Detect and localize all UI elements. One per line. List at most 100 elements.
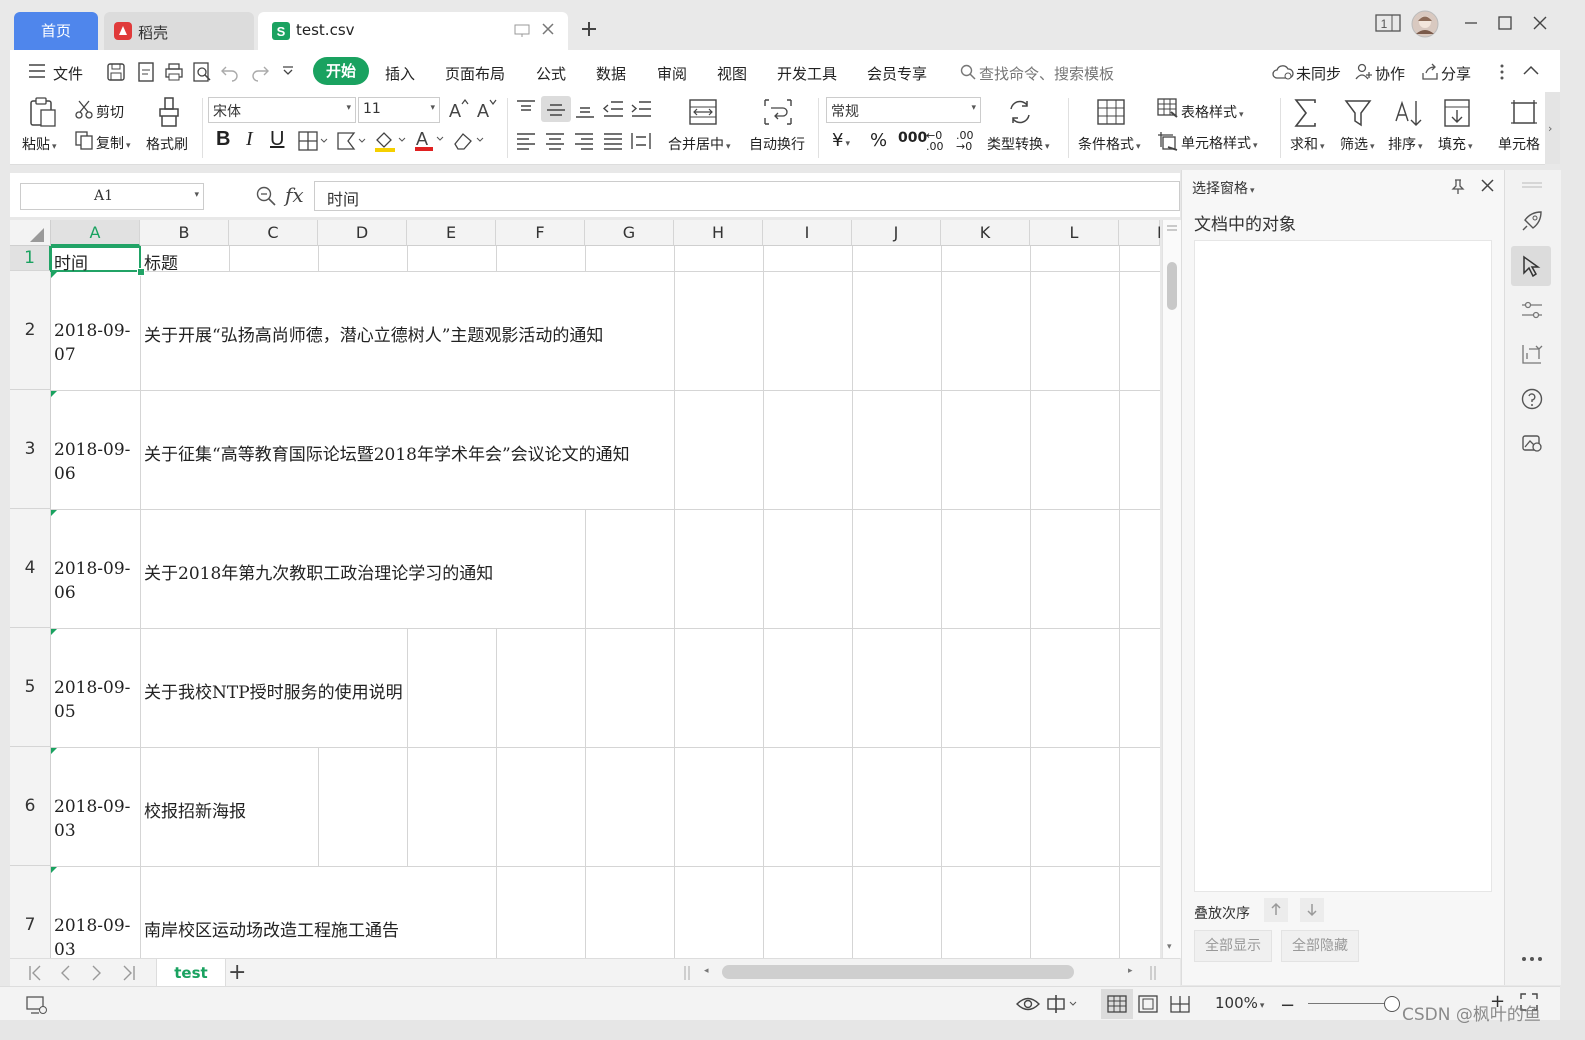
number-format-select[interactable]: 常规 ▾ [826,97,981,123]
paste-icon[interactable] [28,96,58,128]
align-right-icon[interactable] [573,131,595,151]
menu-view[interactable]: 视图 [717,63,747,84]
align-bottom-icon[interactable] [574,99,596,119]
tab-test-csv[interactable]: S test.csv [258,12,568,50]
image-tools-icon[interactable] [1521,432,1543,454]
column-header-l[interactable]: L [1030,220,1119,246]
add-sheet-button[interactable]: + [228,960,246,985]
page-layout-view-icon[interactable] [1138,995,1158,1013]
formula-input[interactable]: 时间 [314,181,1180,211]
last-sheet-icon[interactable] [122,965,136,981]
column-header-i[interactable]: I [763,220,852,246]
hamburger-menu-icon[interactable] [28,64,46,78]
collaborate-button[interactable]: 协作 [1375,63,1405,84]
fill-button[interactable]: 填充 ▾ [1438,134,1473,154]
input-method-icon[interactable] [1046,994,1080,1014]
cell-a7-line1[interactable]: 2018-09- [54,916,130,936]
cut-button[interactable]: 剪切 [96,102,124,122]
align-center-icon[interactable] [544,131,566,151]
column-header-k[interactable]: K [941,220,1030,246]
menu-home-tab[interactable]: 开始 [313,57,369,85]
table-style-icon[interactable] [1157,98,1179,118]
type-convert-icon[interactable] [1007,99,1033,125]
column-header-h[interactable]: H [674,220,763,246]
zoom-slider-thumb[interactable] [1384,996,1400,1012]
cell-b7[interactable]: 南岸校区运动场改造工程施工通告 [144,916,399,941]
fill-color-icon[interactable] [374,130,406,152]
filter-icon[interactable] [1344,99,1372,127]
merge-center-icon[interactable] [688,98,718,126]
distributed-align-icon[interactable] [630,131,652,151]
percent-button[interactable]: % [870,130,887,151]
increase-indent-icon[interactable] [630,99,652,119]
print-icon[interactable] [164,62,184,82]
collapse-ribbon-icon[interactable] [1523,65,1539,75]
next-sheet-icon[interactable] [92,965,102,981]
cell-icon[interactable] [1510,99,1538,127]
minimize-icon[interactable] [1463,16,1479,30]
cell-b1[interactable]: 标题 [144,249,178,274]
thousands-button[interactable]: 000 [898,130,927,146]
maximize-icon[interactable] [1497,15,1513,31]
row-header-6[interactable]: 6 [10,747,51,866]
align-top-icon[interactable] [515,99,537,119]
file-menu[interactable]: 文件 [53,63,83,84]
hscroll-end-icon[interactable] [1150,965,1156,981]
paste-button[interactable]: 粘贴 ▾ [22,134,57,154]
column-header-m[interactable]: M [1119,220,1160,246]
wrap-text-icon[interactable] [763,98,793,126]
table-style-button[interactable]: 表格样式 ▾ [1181,102,1244,122]
transform-icon[interactable] [1521,343,1543,365]
cell-a5-line2[interactable]: 05 [54,702,76,722]
column-header-c[interactable]: C [229,220,318,246]
menu-developer[interactable]: 开发工具 [777,63,837,84]
conditional-format-button[interactable]: 条件格式 ▾ [1078,134,1141,154]
format-painter-icon[interactable] [156,96,182,128]
currency-button[interactable]: ¥ ▾ [832,130,850,151]
zoom-formula-icon[interactable] [256,186,276,206]
italic-button[interactable]: I [246,128,253,151]
zoom-out-button[interactable]: − [1280,995,1295,1016]
cell-a3-line1[interactable]: 2018-09- [54,440,130,460]
cell-a2-line2[interactable]: 07 [54,345,76,365]
column-header-f[interactable]: F [496,220,585,246]
decrease-font-icon[interactable]: A [476,98,498,120]
column-header-a[interactable]: A [51,220,140,246]
column-header-j[interactable]: J [852,220,941,246]
rocket-icon[interactable] [1521,210,1543,232]
redo-icon[interactable] [250,62,270,82]
decrease-indent-icon[interactable] [602,99,624,119]
first-sheet-icon[interactable] [28,965,42,981]
quick-access-dropdown-icon[interactable] [282,66,294,76]
normal-view-button[interactable] [1101,989,1133,1019]
fill-down-icon[interactable] [1443,98,1471,128]
selection-pane-toggle[interactable] [1511,246,1551,286]
menu-member[interactable]: 会员专享 [867,63,927,84]
more-options-icon[interactable] [1499,64,1505,80]
type-convert-button[interactable]: 类型转换 ▾ [987,134,1050,154]
sort-icon[interactable] [1394,99,1424,127]
spreadsheet-grid[interactable]: A B C D E F G H I J K L M 1 2 3 4 5 6 7 … [10,220,1160,958]
sheet-tab-test[interactable]: test [156,959,226,987]
cell-button[interactable]: 单元格 [1498,134,1543,154]
name-box[interactable]: A1 ▾ [20,183,204,210]
prev-sheet-icon[interactable] [60,965,70,981]
scroll-right-icon[interactable]: ▸ [1128,966,1133,976]
underline-button[interactable]: U [270,128,284,151]
show-all-button[interactable]: 全部显示 [1194,930,1272,962]
close-window-icon[interactable] [1532,15,1548,31]
send-backward-button[interactable] [1300,898,1324,922]
justify-icon[interactable] [602,131,624,151]
increase-font-icon[interactable]: A [448,98,470,120]
scroll-down-icon[interactable]: ▾ [1167,942,1172,952]
cell-b2[interactable]: 关于开展“弘扬高尚师德，潜心立德树人”主题观影活动的通知 [144,321,603,346]
borders-icon[interactable] [298,131,328,151]
page-break-view-icon[interactable] [1170,995,1190,1013]
copy-button[interactable]: 复制 ▾ [96,133,131,153]
split-handle-icon[interactable] [1166,224,1178,232]
close-pane-icon[interactable] [1480,178,1495,193]
font-color-icon[interactable]: A [414,128,444,152]
conditional-format-icon[interactable] [1097,99,1125,125]
help-icon[interactable] [1521,388,1543,410]
clear-format-icon[interactable] [452,130,484,152]
